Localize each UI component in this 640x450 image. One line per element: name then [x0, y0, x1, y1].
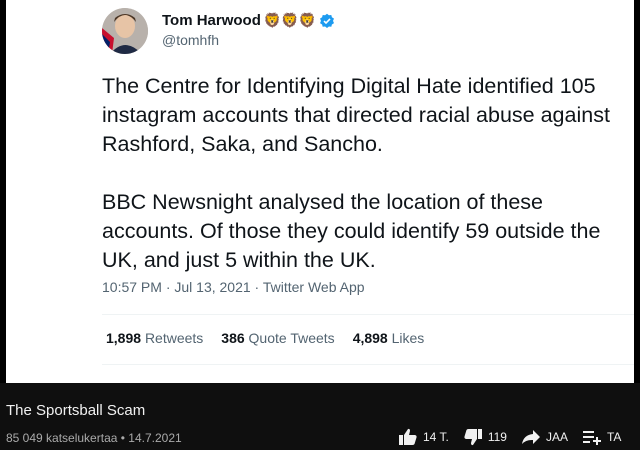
author-name-text: Tom Harwood [162, 12, 261, 29]
retweets-label: Retweets [144, 330, 204, 346]
quote-tweets-label: Quote Tweets [248, 330, 335, 346]
share-arrow-icon [521, 430, 540, 444]
tweet-body: The Centre for Identifying Digital Hate … [102, 72, 632, 304]
quote-tweets-stat[interactable]: 386 Quote Tweets [221, 330, 334, 346]
like-button[interactable]: 14 T. [398, 428, 449, 446]
share-button[interactable]: JAA [521, 429, 568, 445]
author-handle[interactable]: @tomhfh [162, 32, 219, 48]
video-view-count-date: 85 049 katselukertaa • 14.7.2021 [6, 431, 182, 445]
dislike-button[interactable]: 119 [463, 428, 507, 446]
lion-emoji-icon: 🦁🦁🦁 [263, 12, 317, 28]
tweet-stats: 1,898 Retweets 386 Quote Tweets 4,898 Li… [106, 330, 424, 346]
likes-count: 4,898 [352, 330, 388, 346]
share-label: JAA [545, 430, 568, 444]
avatar [102, 8, 148, 54]
retweets-stat[interactable]: 1,898 Retweets [106, 330, 203, 346]
author-name[interactable]: Tom Harwood 🦁🦁🦁 [162, 12, 335, 29]
likes-stat[interactable]: 4,898 Likes [353, 330, 425, 346]
playlist-add-icon [582, 431, 601, 445]
tweet-paragraph: The Centre for Identifying Digital Hate … [102, 74, 610, 156]
tweet-card: Tom Harwood 🦁🦁🦁 @tomhfh The Centre for I… [6, 0, 634, 383]
likes-label: Likes [391, 330, 425, 346]
save-button[interactable]: TA [582, 429, 621, 445]
video-actions: 14 T. 119 JAA TA [398, 428, 621, 446]
video-title: The Sportsball Scam [6, 402, 146, 419]
thumbs-down-icon [464, 429, 482, 446]
save-label: TA [606, 430, 622, 444]
like-count: 14 T. [423, 430, 449, 444]
verified-badge-icon [319, 13, 335, 29]
video-player[interactable]: Tom Harwood 🦁🦁🦁 @tomhfh The Centre for I… [0, 0, 640, 383]
quote-tweets-count: 386 [221, 330, 245, 346]
thumbs-up-icon [399, 428, 417, 445]
divider [102, 364, 634, 365]
dislike-count: 119 [487, 430, 507, 444]
retweets-count: 1,898 [106, 330, 142, 346]
divider [102, 314, 634, 315]
tweet-timestamp[interactable]: 10:57 PM · Jul 13, 2021 · Twitter Web Ap… [102, 279, 365, 295]
tweet-paragraph: BBC Newsnight analysed the location of t… [102, 190, 601, 272]
